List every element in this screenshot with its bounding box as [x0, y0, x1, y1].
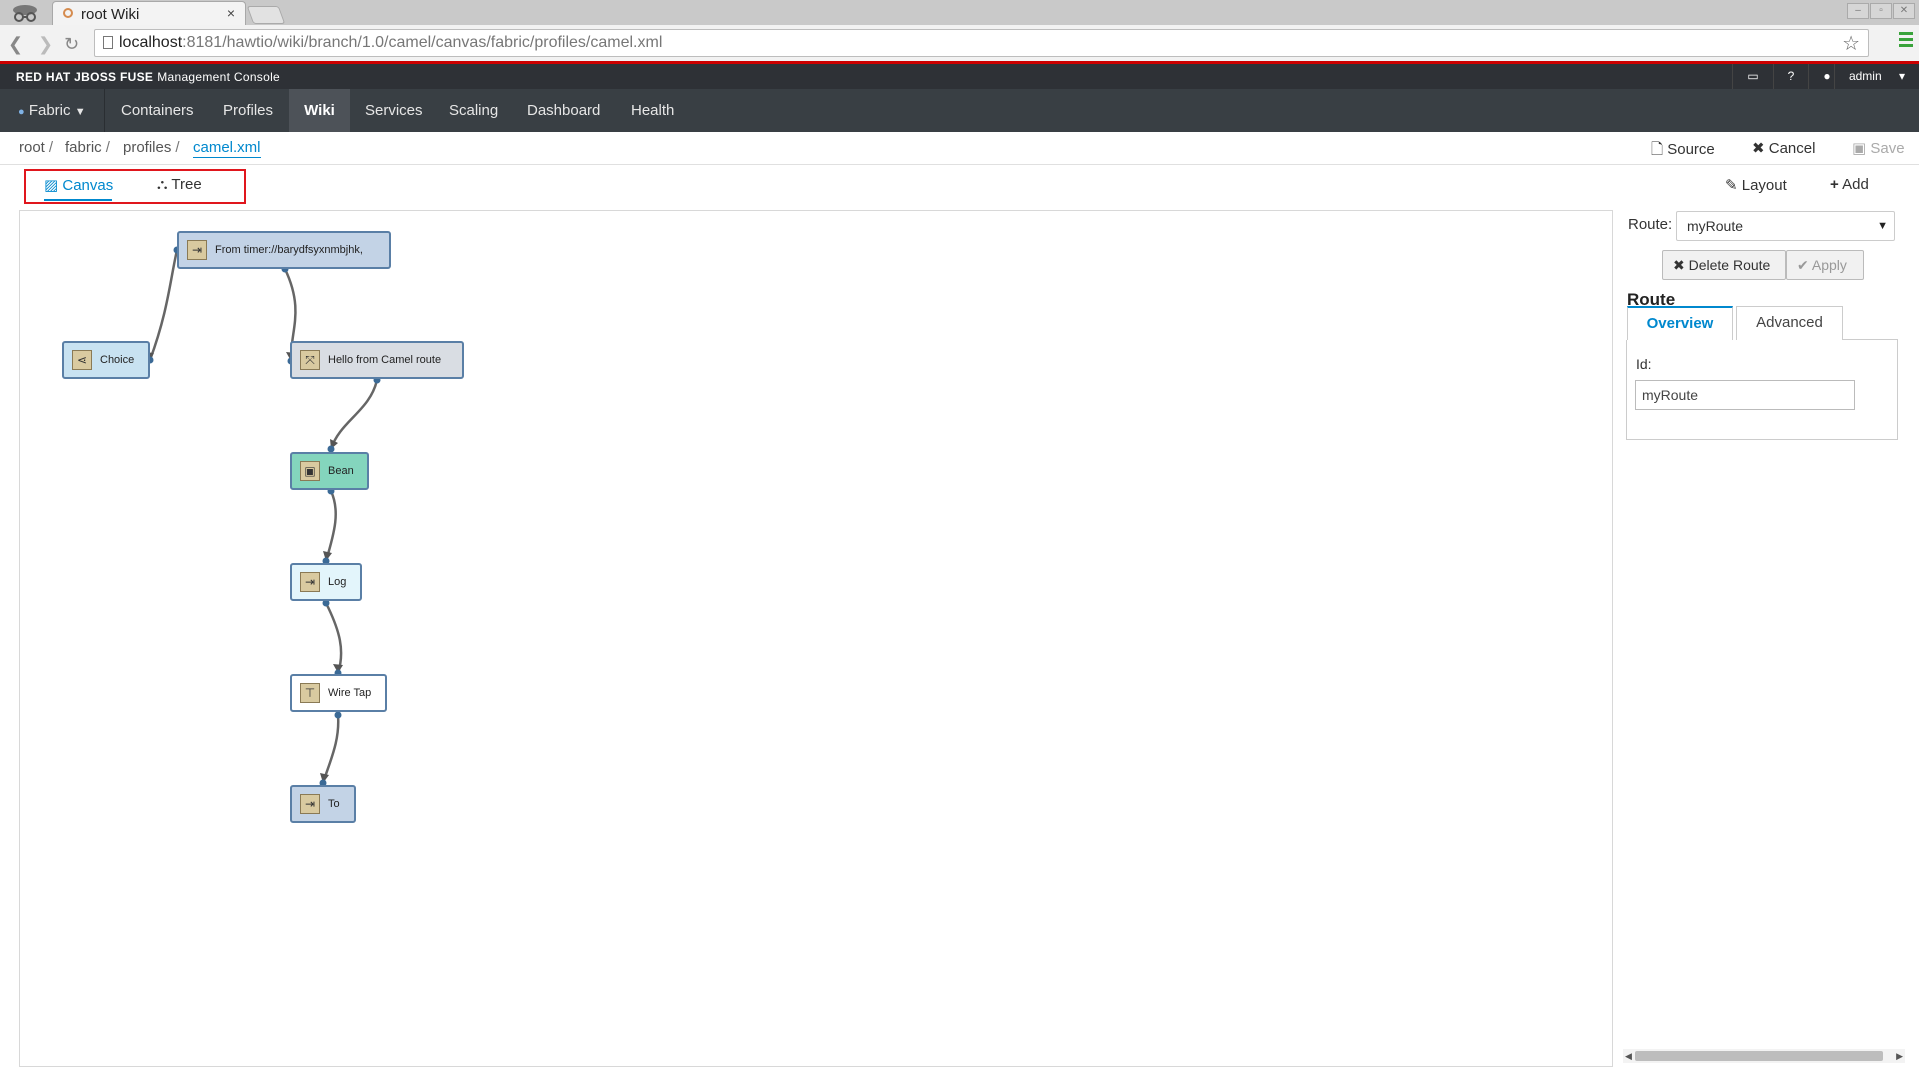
- transform-icon: ⤧: [300, 350, 320, 370]
- window-close-icon[interactable]: ✕: [1893, 3, 1915, 19]
- node-label: Wire Tap: [328, 687, 372, 699]
- brand-logo: RED HAT JBOSS FUSE Management Console: [16, 70, 281, 84]
- nav-scaling[interactable]: Scaling: [449, 89, 498, 132]
- chevron-down-icon: ▼: [74, 106, 86, 118]
- source-button[interactable]: 🗋 Source: [1651, 139, 1715, 164]
- plus-icon: +: [1830, 176, 1839, 193]
- tab-tree[interactable]: ⛬ Tree: [157, 176, 202, 193]
- node-to[interactable]: ⇥ To: [290, 785, 356, 823]
- nav-profiles[interactable]: Profiles: [223, 89, 273, 132]
- page-icon: [103, 36, 113, 49]
- save-button[interactable]: ▣ Save: [1852, 139, 1905, 157]
- node-bean[interactable]: ▣ Bean: [290, 452, 369, 490]
- file-icon: 🗋: [1651, 141, 1664, 158]
- browser-tab-bar: root Wiki × – ▫ ✕: [0, 0, 1919, 26]
- scroll-right-icon[interactable]: ▶: [1896, 1049, 1903, 1063]
- tab-advanced[interactable]: Advanced: [1736, 306, 1843, 340]
- nav-dashboard[interactable]: Dashboard: [527, 89, 600, 132]
- user-name: admin: [1833, 64, 1896, 89]
- apply-button[interactable]: ✔ Apply: [1786, 250, 1864, 280]
- floppy-icon: ▣: [1852, 140, 1867, 157]
- cancel-button[interactable]: ✖ Cancel: [1752, 139, 1815, 157]
- diagram-edges: [144, 246, 381, 787]
- tab-overview[interactable]: Overview: [1627, 306, 1733, 340]
- nav-containers[interactable]: Containers: [121, 89, 194, 132]
- breadcrumb-fabric[interactable]: fabric /: [65, 139, 110, 156]
- node-label: Bean: [328, 465, 354, 477]
- layout-button[interactable]: ✎ Layout: [1725, 176, 1787, 194]
- nav-wiki[interactable]: Wiki: [289, 89, 350, 132]
- route-select[interactable]: myRoute ▼: [1676, 211, 1895, 241]
- node-label: Choice: [100, 354, 135, 366]
- browser-toolbar: ❮ ❯ ↻ localhost:8181/hawtio/wiki/branch/…: [0, 25, 1919, 62]
- node-label: To: [328, 798, 340, 810]
- route-canvas[interactable]: ⇥ From timer://barydfsyxnmbjhk, ⋖ Choice…: [19, 210, 1613, 1067]
- bookmark-star-icon[interactable]: ☆: [1842, 31, 1860, 56]
- add-button[interactable]: + Add: [1830, 176, 1869, 193]
- breadcrumb: root / fabric / profiles / camel.xml 🗋 Sour…: [0, 132, 1919, 165]
- address-bar[interactable]: localhost:8181/hawtio/wiki/branch/1.0/ca…: [94, 29, 1869, 57]
- restore-icon[interactable]: ▫: [1870, 3, 1892, 19]
- node-choice[interactable]: ⋖ Choice: [62, 341, 150, 379]
- node-from[interactable]: ⇥ From timer://barydfsyxnmbjhk,: [177, 231, 391, 269]
- breadcrumb-profiles[interactable]: profiles /: [123, 139, 180, 156]
- breadcrumb-root[interactable]: root /: [19, 139, 53, 156]
- delete-route-button[interactable]: ✖ Delete Route: [1662, 250, 1786, 280]
- brand-bar: RED HAT JBOSS FUSE Management Console ▭? ●…: [0, 64, 1919, 89]
- scroll-left-icon[interactable]: ◀: [1625, 1049, 1632, 1063]
- tab-close-icon[interactable]: ×: [227, 5, 235, 21]
- route-label: Route:: [1628, 216, 1673, 233]
- address-url: localhost:8181/hawtio/wiki/branch/1.0/ca…: [119, 34, 663, 51]
- nav-services[interactable]: Services: [365, 89, 423, 132]
- tab-canvas-underline: [44, 199, 112, 201]
- endpoint-icon: ⇥: [300, 794, 320, 814]
- node-label: Log: [328, 576, 347, 588]
- favicon-icon: [63, 8, 73, 18]
- tab-canvas[interactable]: ▨ Canvas: [44, 176, 113, 194]
- choice-icon: ⋖: [72, 350, 92, 370]
- check-icon: ✔: [1797, 257, 1809, 273]
- route-select-value: myRoute: [1687, 218, 1744, 234]
- reload-icon[interactable]: ↻: [64, 34, 79, 55]
- browser-tab[interactable]: root Wiki ×: [52, 1, 246, 26]
- id-label: Id:: [1636, 356, 1652, 372]
- log-icon: ⇥: [300, 572, 320, 592]
- image-icon: ▨: [44, 177, 59, 194]
- fabric-menu[interactable]: ● Fabric ▼: [0, 89, 105, 132]
- main-nav: ● Fabric ▼ Containers Profiles Wiki Serv…: [0, 89, 1919, 132]
- minimize-icon[interactable]: –: [1847, 3, 1869, 19]
- bean-icon: ▣: [300, 461, 320, 481]
- top-utility-icons: ▭? ● admin ▾: [1732, 64, 1919, 89]
- id-field[interactable]: [1635, 380, 1855, 410]
- breadcrumb-current[interactable]: camel.xml: [193, 139, 261, 158]
- pencil-icon: ✎: [1725, 177, 1738, 194]
- close-icon: ✖: [1752, 140, 1765, 157]
- back-icon[interactable]: ❮: [8, 34, 23, 55]
- node-label: From timer://barydfsyxnmbjhk,: [215, 244, 363, 256]
- nav-health[interactable]: Health: [631, 89, 674, 132]
- sitemap-icon: ⛬: [157, 176, 168, 193]
- user-menu[interactable]: ● admin ▾: [1808, 64, 1919, 89]
- overview-form: Id:: [1626, 340, 1898, 440]
- new-tab-button[interactable]: [246, 6, 286, 24]
- node-label: Hello from Camel route: [328, 354, 442, 366]
- fabric-label: Fabric: [28, 102, 71, 119]
- browser-menu-icon[interactable]: [1899, 32, 1913, 48]
- wiretap-icon: ⊤: [300, 683, 320, 703]
- scrollbar-thumb[interactable]: [1635, 1051, 1883, 1061]
- forward-icon[interactable]: ❯: [38, 34, 53, 55]
- help-icon[interactable]: ?: [1772, 64, 1809, 89]
- node-log[interactable]: ⇥ Log: [290, 563, 362, 601]
- chevron-down-icon: ▼: [1877, 220, 1888, 232]
- properties-panel: Route: myRoute ▼ ✖ Delete Route ✔ Apply …: [1623, 210, 1919, 1067]
- node-set-body[interactable]: ⤧ Hello from Camel route: [290, 341, 464, 379]
- panel-horizontal-scrollbar[interactable]: ◀ ▶: [1623, 1049, 1905, 1063]
- endpoint-icon: ⇥: [187, 240, 207, 260]
- monitor-icon[interactable]: ▭: [1732, 64, 1772, 89]
- browser-tab-title: root Wiki: [81, 6, 140, 23]
- incognito-icon: [6, 2, 44, 22]
- close-icon: ✖: [1673, 257, 1685, 273]
- node-wire-tap[interactable]: ⊤ Wire Tap: [290, 674, 387, 712]
